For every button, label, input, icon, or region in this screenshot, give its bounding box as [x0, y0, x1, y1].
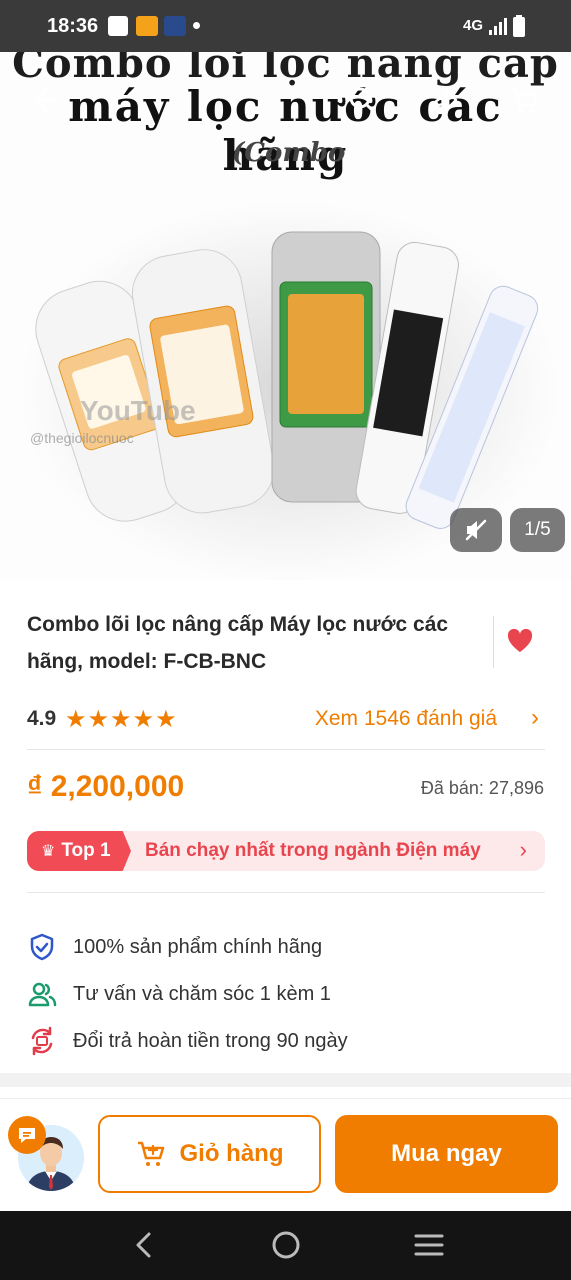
search-icon: [349, 87, 376, 114]
rating-stars-icon: ★★★★★: [65, 706, 178, 733]
battery-icon: [513, 15, 525, 37]
video-mute-button[interactable]: [450, 508, 502, 552]
youtube-watermark: YouTube: [80, 395, 196, 426]
cart-button[interactable]: [502, 78, 546, 122]
users-icon: [28, 982, 57, 1007]
chevron-right-icon: ›: [531, 704, 539, 731]
search-button[interactable]: [340, 78, 384, 122]
divider: [27, 892, 545, 893]
top-badge-label: Top 1: [61, 840, 111, 861]
image-counter: 1/5: [510, 508, 565, 552]
top-seller-text: Bán chạy nhất trong ngành Điện máy: [145, 840, 481, 861]
status-time: 18:36: [47, 15, 99, 37]
bottom-action-bar: Giỏ hàng Mua ngay: [0, 1098, 571, 1211]
refund-icon: [31, 1026, 53, 1056]
favorite-heart-icon[interactable]: [506, 628, 534, 654]
feature-consulting: Tư vấn và chăm sóc 1 kèm 1: [27, 977, 545, 1013]
muted-icon: [465, 519, 487, 541]
dot-icon: [193, 22, 200, 29]
add-to-cart-label: Giỏ hàng: [179, 1140, 284, 1167]
top-seller-banner[interactable]: ♛ Top 1 Bán chạy nhất trong ngành Điện m…: [27, 831, 545, 871]
buy-now-button[interactable]: Mua ngay: [335, 1115, 558, 1193]
network-label: 4G: [463, 17, 484, 34]
feature-authentic: 100% sản phẩm chính hãng: [27, 930, 545, 966]
system-navigation-bar: [0, 1211, 571, 1280]
message-icon: [108, 16, 128, 36]
arrow-left-icon: [34, 89, 58, 111]
add-to-cart-button[interactable]: Giỏ hàng: [98, 1115, 321, 1193]
shopee-icon: [136, 16, 158, 36]
system-back-icon[interactable]: [131, 1231, 155, 1259]
rating-row[interactable]: 4.9 ★★★★★ Xem 1546 đánh giá ›: [27, 702, 545, 738]
image-text-combo: (Combo: [232, 138, 346, 168]
watermark-handle: @thegioilocnuoc: [30, 430, 134, 446]
feature-text: 100% sản phẩm chính hãng: [73, 936, 323, 958]
feature-text: Đổi trả hoàn tiền trong 90 ngày: [73, 1030, 348, 1052]
back-button[interactable]: [24, 78, 68, 122]
sold-count: Đã bán: 27,896: [420, 778, 544, 798]
shield-check-icon: [30, 933, 54, 961]
cart-plus-icon: [137, 1141, 164, 1166]
app-root: 18:36 4G Combo lõi lọc nâng cấp máy lọc …: [0, 0, 571, 1280]
divider: [27, 749, 545, 750]
section-gap: [0, 1073, 571, 1087]
status-bar: 18:36 4G: [0, 0, 571, 52]
feature-text: Tư vấn và chăm sóc 1 kèm 1: [73, 983, 331, 1005]
product-image-carousel[interactable]: Combo lõi lọc nâng cấp máy lọc nước các …: [0, 52, 571, 580]
product-price: ₫ 2,200,000: [27, 770, 185, 803]
product-title: Combo lõi lọc nâng cấp Máy lọc nước các …: [27, 613, 449, 673]
system-home-icon[interactable]: [271, 1230, 301, 1260]
title-divider: [493, 616, 494, 668]
share-button[interactable]: [422, 78, 466, 122]
app-icon: [164, 16, 186, 36]
signal-icon: [489, 18, 507, 35]
review-link[interactable]: Xem 1546 đánh giá: [315, 707, 497, 731]
cart-icon: [510, 87, 539, 113]
crown-icon: ♛: [41, 843, 56, 860]
top-badge: ♛ Top 1: [27, 831, 131, 871]
chevron-right-icon: ›: [519, 837, 527, 862]
share-icon: [430, 88, 458, 113]
rating-value: 4.9: [27, 707, 57, 730]
chat-icon: [19, 1128, 35, 1143]
chat-button[interactable]: [8, 1116, 46, 1154]
system-recents-icon[interactable]: [414, 1233, 444, 1257]
feature-refund: Đổi trả hoàn tiền trong 90 ngày: [27, 1024, 545, 1060]
